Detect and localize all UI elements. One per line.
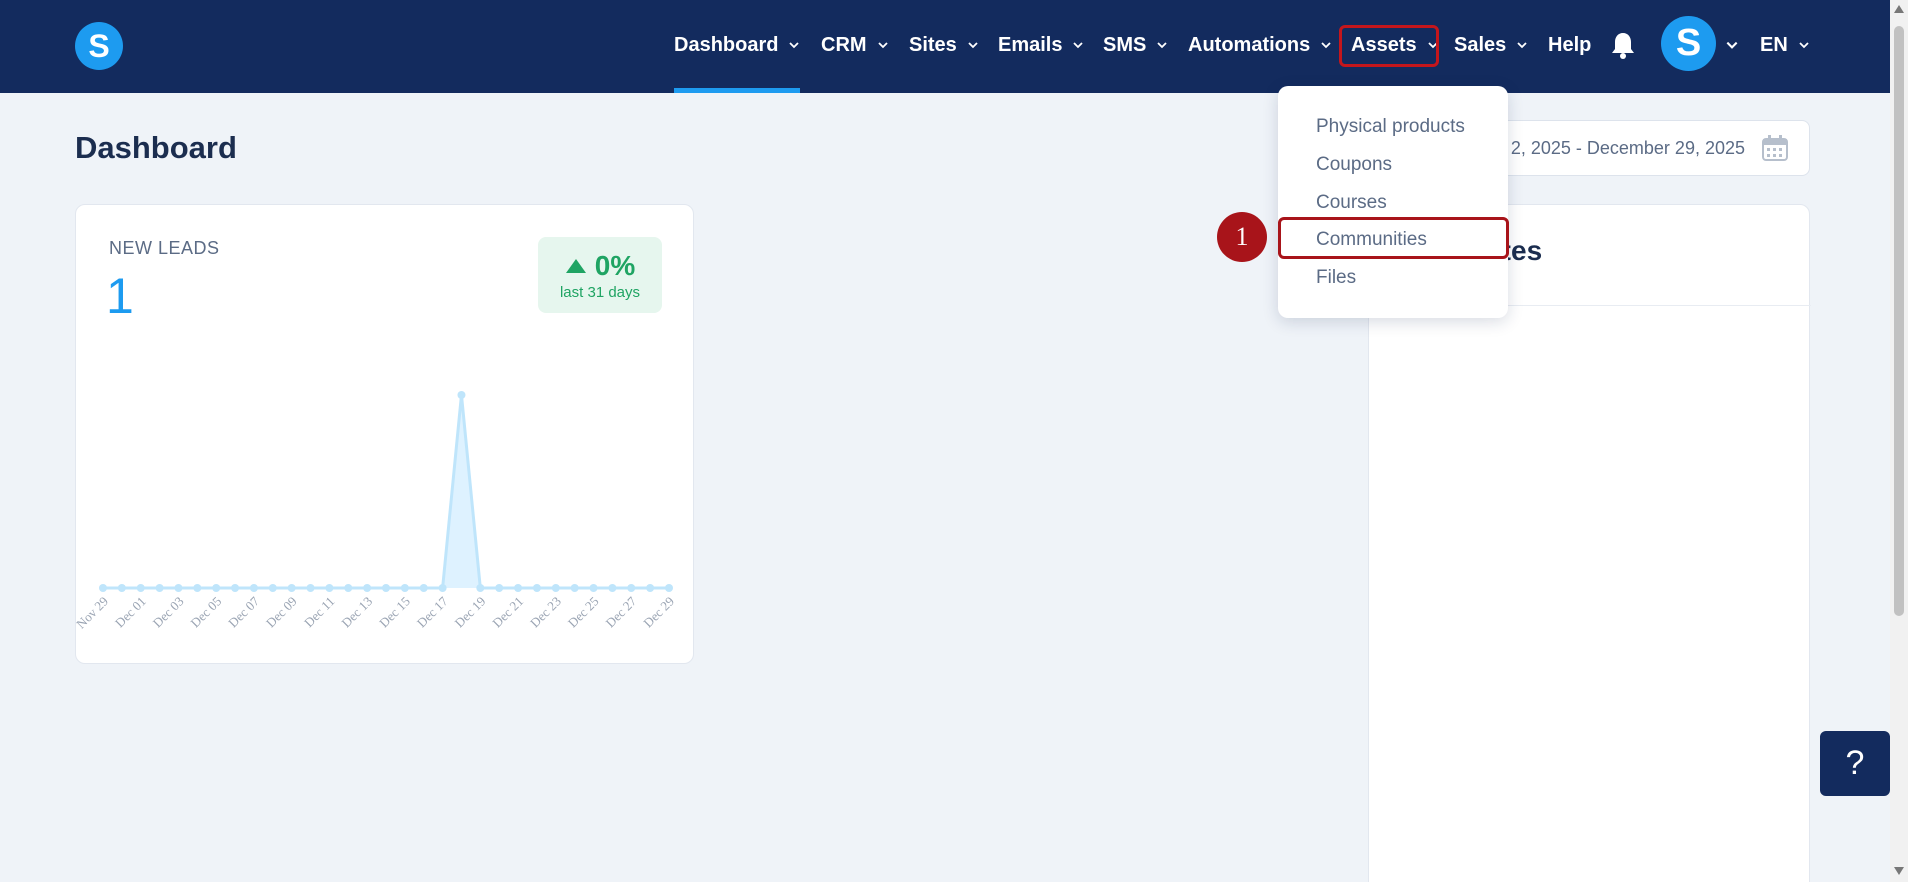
- nav-crm-label: CRM: [821, 33, 867, 56]
- data-point: [665, 584, 673, 592]
- data-point: [495, 584, 504, 592]
- app-logo[interactable]: S: [75, 22, 123, 70]
- data-point: [646, 584, 655, 592]
- data-point: [306, 584, 315, 592]
- nav-crm[interactable]: CRM: [821, 30, 889, 60]
- date-range-text: 2, 2025 - December 29, 2025: [1510, 137, 1745, 158]
- x-tick-label: Dec 27: [602, 593, 639, 630]
- nav-dashboard-label: Dashboard: [674, 33, 779, 56]
- x-tick-label: Nov 29: [76, 594, 111, 632]
- data-point: [344, 584, 353, 592]
- help-button[interactable]: ?: [1820, 731, 1890, 796]
- nav-help[interactable]: Help: [1548, 30, 1591, 60]
- language-selector[interactable]: EN: [1760, 30, 1810, 60]
- new-leads-card: NEW LEADS 1 0% last 31 days Nov 29 Dec 01…: [75, 204, 694, 664]
- data-point: [99, 584, 107, 592]
- data-point: [570, 584, 579, 592]
- chevron-down-icon: [877, 42, 888, 49]
- data-point: [419, 584, 428, 592]
- data-point: [514, 584, 523, 592]
- data-point: [532, 584, 541, 592]
- x-tick-label: Dec 25: [565, 594, 602, 631]
- nav-automations-label: Automations: [1188, 33, 1311, 56]
- nav-sms-label: SMS: [1103, 33, 1147, 56]
- x-tick-label: Dec 13: [338, 594, 375, 631]
- communities-highlight-box: [1278, 217, 1509, 259]
- nav-dashboard[interactable]: Dashboard: [674, 30, 800, 60]
- calendar-icon: [1762, 135, 1788, 161]
- series-area: [103, 395, 669, 588]
- x-tick-label: Dec 05: [187, 594, 224, 631]
- series-line: [103, 394, 669, 590]
- x-tick-label: Dec 23: [527, 594, 564, 631]
- menu-item-courses[interactable]: Courses: [1316, 192, 1387, 214]
- language-label: EN: [1760, 33, 1788, 56]
- chevron-down-icon: [1073, 42, 1084, 49]
- user-avatar[interactable]: S: [1661, 16, 1716, 71]
- data-point: [249, 584, 258, 592]
- data-point: [400, 584, 409, 592]
- data-point: [212, 584, 221, 592]
- new-leads-chart: Nov 29 Dec 01 Dec 03 Dec 05 Dec 07 Dec 09 Dec …: [76, 391, 677, 632]
- x-tick-label: Dec 17: [414, 593, 451, 630]
- x-tick-label: Dec 29: [640, 594, 677, 631]
- nav-sites-label: Sites: [909, 33, 957, 56]
- nav-emails[interactable]: Emails: [998, 30, 1084, 60]
- x-tick-label: Dec 07: [225, 593, 262, 630]
- chevron-down-icon: [789, 42, 800, 49]
- data-point: [589, 584, 598, 592]
- data-point: [476, 584, 485, 592]
- x-tick-label: Dec 15: [376, 594, 413, 631]
- data-point: [117, 584, 126, 592]
- chevron-down-icon[interactable]: [1725, 38, 1739, 52]
- data-point: [438, 584, 447, 592]
- data-point: [551, 584, 560, 592]
- chevron-down-icon: [1157, 42, 1167, 49]
- active-tab-indicator: [674, 88, 800, 93]
- chevron-down-icon: [1517, 42, 1527, 49]
- menu-item-physical-products[interactable]: Physical products: [1316, 116, 1465, 138]
- data-point: [155, 584, 164, 592]
- x-tick-label: Dec 11: [301, 594, 338, 631]
- chevron-down-icon: [1321, 42, 1331, 49]
- x-tick-label: Dec 03: [150, 594, 187, 631]
- page-title: Dashboard: [75, 130, 237, 165]
- data-point: [382, 584, 390, 592]
- data-point: [608, 584, 617, 592]
- nav-help-label: Help: [1548, 33, 1592, 56]
- scroll-up-arrow-icon[interactable]: [1893, 4, 1905, 14]
- nav-sites[interactable]: Sites: [909, 30, 979, 60]
- data-point: [136, 584, 145, 592]
- data-point: [287, 584, 296, 592]
- menu-item-files[interactable]: Files: [1316, 267, 1356, 289]
- data-point: [268, 584, 277, 592]
- data-point: [174, 584, 183, 592]
- x-tick-label: Dec 21: [489, 594, 526, 631]
- data-point: [363, 584, 372, 592]
- scroll-down-arrow-icon[interactable]: [1893, 866, 1905, 876]
- data-point: [457, 391, 466, 399]
- data-point: [325, 584, 334, 592]
- nav-automations[interactable]: Automations: [1188, 30, 1332, 60]
- scrollbar-thumb[interactable]: [1894, 26, 1904, 616]
- x-tick-label: Dec 19: [452, 594, 489, 631]
- chevron-down-icon: [1799, 42, 1809, 49]
- x-tick-label: Dec 01: [112, 594, 149, 631]
- date-range-picker[interactable]: 2, 2025 - December 29, 2025: [1460, 120, 1810, 176]
- nav-emails-label: Emails: [998, 33, 1063, 56]
- nav-sales[interactable]: Sales: [1454, 30, 1528, 60]
- step-number-badge: 1: [1217, 212, 1267, 262]
- nav-sms[interactable]: SMS: [1103, 30, 1168, 60]
- assets-highlight-box: [1339, 25, 1439, 67]
- data-point: [627, 584, 636, 592]
- chevron-down-icon: [968, 42, 978, 49]
- bell-icon[interactable]: [1610, 31, 1636, 59]
- nav-sales-label: Sales: [1454, 33, 1507, 56]
- data-point: [193, 584, 202, 592]
- x-tick-label: Dec 09: [263, 594, 300, 631]
- assets-dropdown-menu: Physical products Coupons Courses Commun…: [1278, 86, 1508, 318]
- data-point: [231, 584, 240, 592]
- menu-item-coupons[interactable]: Coupons: [1316, 154, 1392, 176]
